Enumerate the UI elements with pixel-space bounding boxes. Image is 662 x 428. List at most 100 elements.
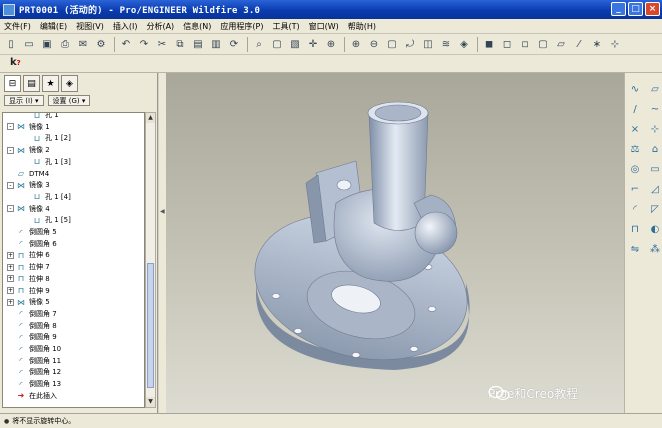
tree-item[interactable]: ◜ 倒圆角 11 [7, 355, 61, 367]
model-tree-tab[interactable]: ⊟ [4, 75, 21, 92]
spin-center-icon[interactable]: ✛ [306, 37, 320, 51]
scroll-down-icon[interactable]: ▼ [146, 397, 155, 407]
close-button[interactable]: × [645, 2, 660, 16]
tree-item[interactable]: + ⊓ 拉伸 9 [7, 285, 50, 297]
paste-icon[interactable]: ▤ [191, 37, 205, 51]
select-box-icon[interactable]: ▢ [270, 37, 284, 51]
collapse-arrow-icon[interactable]: ◀ [160, 208, 165, 215]
rib-icon[interactable]: ⌐ [628, 183, 642, 196]
extrude-icon[interactable]: ⊓ [628, 223, 642, 236]
folder-browser-tab[interactable]: ▤ [23, 75, 40, 92]
tree-item[interactable]: - ⋈ 镜像 2 [7, 144, 50, 156]
mirror-icon[interactable]: ⇋ [628, 243, 642, 256]
layers-icon[interactable]: ≋ [439, 37, 453, 51]
maximize-button[interactable]: □ [628, 2, 643, 16]
hidden-line-icon[interactable]: ◻ [500, 37, 514, 51]
new-file-icon[interactable]: ▯ [4, 37, 18, 51]
shading-icon[interactable]: ◼ [482, 37, 496, 51]
tree-item[interactable]: - ⋈ 镜像 4 [7, 203, 50, 215]
regenerate-icon[interactable]: ⟳ [227, 37, 241, 51]
pattern-icon[interactable]: ⁂ [648, 243, 662, 256]
refit-icon[interactable]: ▢ [385, 37, 399, 51]
tree-item[interactable]: ◜ 倒圆角 13 [7, 378, 61, 390]
tree-item[interactable]: ⊔ 孔 1 [2] [23, 132, 71, 144]
save-icon[interactable]: ▣ [40, 37, 54, 51]
chamfer-icon[interactable]: ◸ [648, 203, 662, 216]
reorient-icon[interactable]: ⤾ [403, 37, 417, 51]
minimize-button[interactable]: _ [611, 2, 626, 16]
copy-icon[interactable]: ⧉ [173, 37, 187, 51]
menu-item-0[interactable]: 文件(F) [4, 21, 31, 32]
round-icon[interactable]: ◜ [628, 203, 642, 216]
tree-item[interactable]: - ⋈ 镜像 1 [7, 121, 50, 133]
feature-icon[interactable]: ⌂ [648, 143, 662, 156]
open-folder-icon[interactable]: ▭ [22, 37, 36, 51]
shell-icon[interactable]: ▭ [648, 163, 662, 176]
tree-item[interactable]: ◜ 倒圆角 12 [7, 366, 61, 378]
cut-icon[interactable]: ✂ [155, 37, 169, 51]
expand-icon[interactable]: + [7, 263, 14, 271]
tree-item[interactable]: ⊔ 孔 1 [5] [23, 214, 71, 226]
curve-icon[interactable]: ~ [648, 103, 662, 116]
tree-item[interactable]: + ⊓ 拉伸 7 [7, 261, 50, 273]
wireframe-icon[interactable]: ▢ [536, 37, 550, 51]
menu-item-3[interactable]: 插入(I) [113, 21, 138, 32]
menu-item-7[interactable]: 工具(T) [273, 21, 300, 32]
repaint-icon[interactable]: ▧ [288, 37, 302, 51]
tree-item[interactable]: ⊔ 孔 1 [23, 113, 59, 121]
menu-item-5[interactable]: 信息(N) [183, 21, 211, 32]
point-icon[interactable]: × [628, 123, 642, 136]
tree-item[interactable]: - ⋈ 镜像 3 [7, 179, 50, 191]
axis-icon[interactable]: / [628, 103, 642, 116]
paste-special-icon[interactable]: ▥ [209, 37, 223, 51]
sketch-icon[interactable]: ∿ [628, 83, 642, 96]
find-icon[interactable]: ⌕ [252, 37, 266, 51]
menu-item-1[interactable]: 编辑(E) [40, 21, 67, 32]
tree-item[interactable]: + ⊓ 拉伸 6 [7, 249, 50, 261]
expand-icon[interactable]: + [7, 287, 14, 294]
tree-item[interactable]: ◜ 倒圆角 7 [7, 308, 56, 320]
menu-item-9[interactable]: 帮助(H) [348, 21, 376, 32]
context-help-icon[interactable]: k? [10, 57, 21, 68]
no-hidden-icon[interactable]: ◽ [518, 37, 532, 51]
tree-item[interactable]: ◜ 倒圆角 6 [7, 238, 56, 250]
tree-item[interactable]: + ⋈ 镜像 5 [7, 296, 50, 308]
plane-icon[interactable]: ▱ [648, 83, 662, 96]
collapse-icon[interactable]: - [7, 205, 14, 213]
menu-item-8[interactable]: 窗口(W) [309, 21, 339, 32]
tree-item[interactable]: + ⊓ 拉伸 8 [7, 273, 50, 285]
zoom-out-icon[interactable]: ⊖ [367, 37, 381, 51]
email-icon[interactable]: ✉ [76, 37, 90, 51]
expand-icon[interactable]: + [7, 275, 14, 283]
zoom-in-icon[interactable]: ⊕ [349, 37, 363, 51]
redo-icon[interactable]: ↷ [137, 37, 151, 51]
datum-axes-icon[interactable]: ⁄ [572, 37, 586, 51]
expand-icon[interactable]: + [7, 298, 14, 306]
print-icon[interactable]: ⎙ [58, 37, 72, 51]
revolve-icon[interactable]: ◐ [648, 223, 662, 236]
tree-scrollbar[interactable]: ▲ ▼ [145, 112, 156, 408]
tree-item[interactable]: ◜ 倒圆角 5 [7, 226, 56, 238]
orient-icon[interactable]: ⊕ [324, 37, 338, 51]
draft-icon[interactable]: ◿ [648, 183, 662, 196]
graphics-window[interactable]: Proe和Creo教程 [166, 73, 624, 413]
tree-item[interactable]: ⊔ 孔 1 [4] [23, 191, 71, 203]
connections-tab[interactable]: ◈ [61, 75, 78, 92]
saved-views-icon[interactable]: ◫ [421, 37, 435, 51]
datum-points-icon[interactable]: ∗ [590, 37, 604, 51]
tree-item[interactable]: ◜ 倒圆角 8 [7, 320, 56, 332]
collapse-icon[interactable]: - [7, 181, 14, 189]
scroll-up-icon[interactable]: ▲ [146, 113, 155, 123]
csys-icon[interactable]: ⊹ [648, 123, 662, 136]
tree-item[interactable]: ⊔ 孔 1 [3] [23, 156, 71, 168]
collapse-icon[interactable]: - [7, 123, 14, 131]
menu-item-4[interactable]: 分析(A) [146, 21, 174, 32]
hole-icon[interactable]: ◎ [628, 163, 642, 176]
tree-item[interactable]: ◜ 倒圆角 9 [7, 331, 56, 343]
settings-menu-button[interactable]: 设置 (G) ▾ [47, 95, 91, 106]
tree-item[interactable]: ▱ DTM4 [7, 168, 49, 180]
expand-icon[interactable]: + [7, 251, 14, 259]
collapse-icon[interactable]: - [7, 146, 14, 154]
analysis-icon[interactable]: ⚖ [628, 143, 642, 156]
tree-item[interactable]: ➜ 在此插入 [7, 390, 57, 402]
